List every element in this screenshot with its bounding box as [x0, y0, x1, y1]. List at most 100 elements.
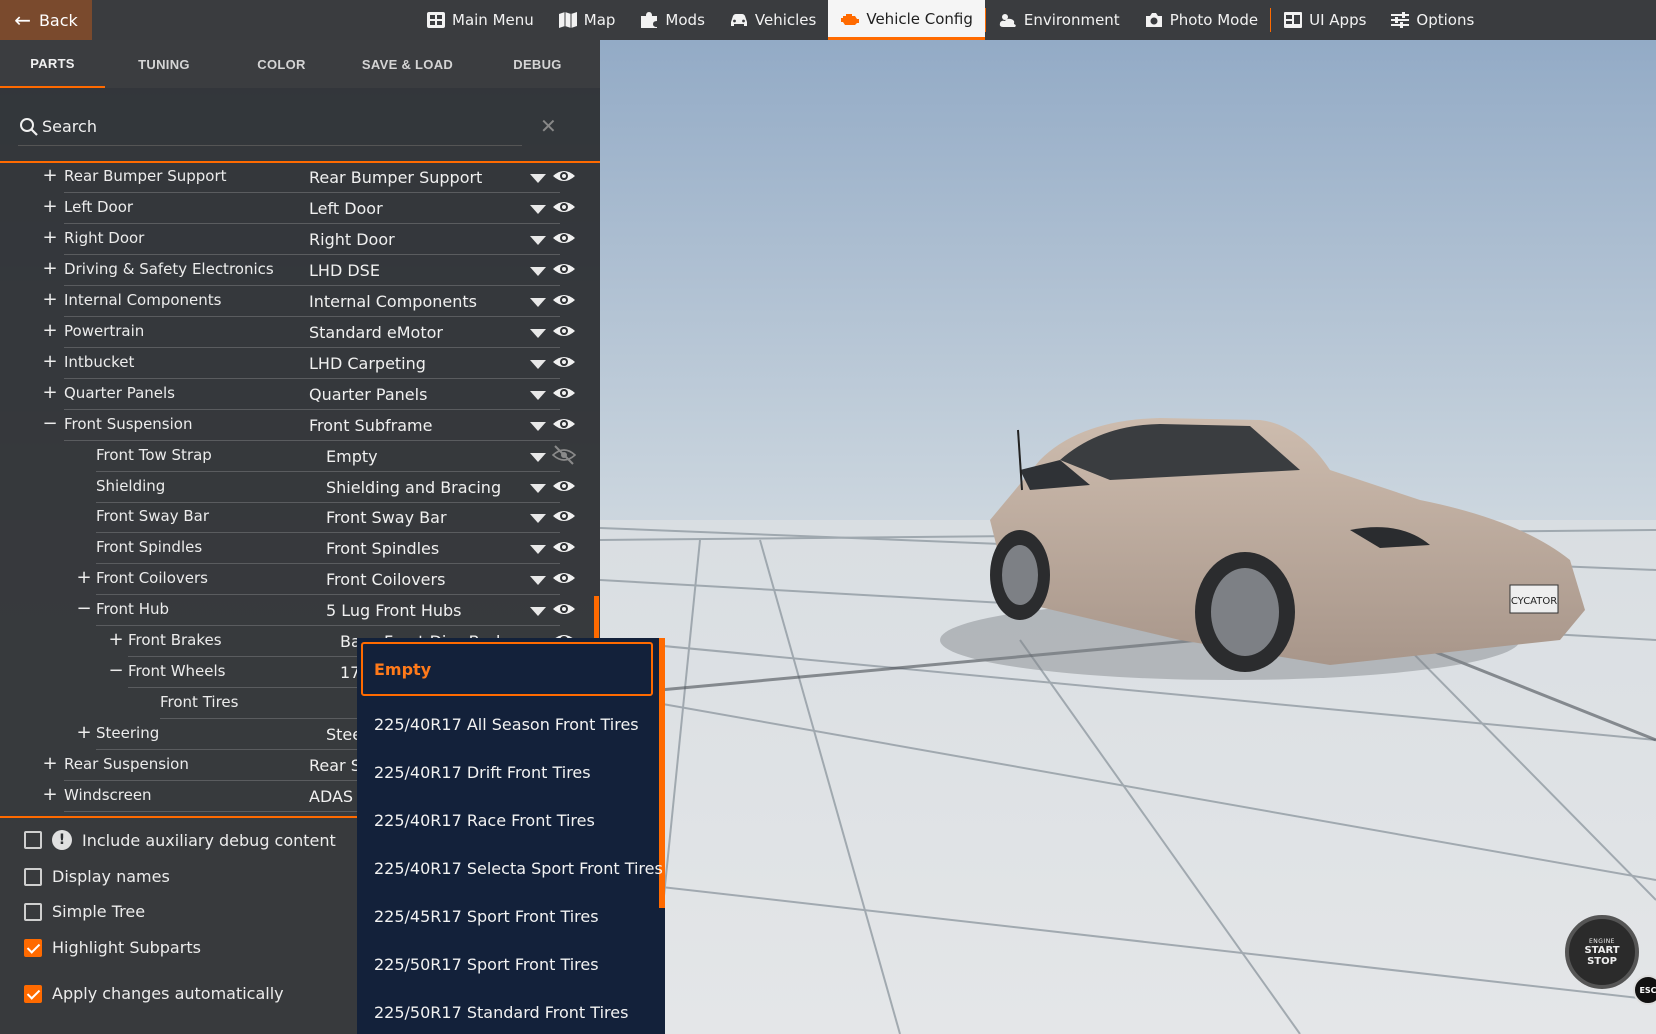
expand-icon[interactable]: + [42, 784, 58, 805]
eye-off-icon[interactable] [551, 444, 577, 465]
chevron-down-icon[interactable] [530, 235, 546, 245]
chevron-down-icon[interactable] [530, 607, 546, 617]
eye-icon[interactable] [552, 476, 576, 496]
tab-tuning[interactable]: TUNING [105, 40, 223, 88]
tab-parts[interactable]: PARTS [0, 40, 105, 88]
esc-button[interactable]: ESC [1633, 975, 1656, 1005]
eye-icon[interactable] [552, 506, 576, 526]
tab-debug[interactable]: DEBUG [475, 40, 600, 88]
dropdown-option-225-40r17-selecta-sport-front-tires[interactable]: 225/40R17 Selecta Sport Front Tires [357, 844, 663, 892]
eye-icon[interactable] [552, 568, 576, 588]
chevron-down-icon[interactable] [530, 576, 546, 586]
dropdown-option-225-50r17-standard-front-tires[interactable]: 225/50R17 Standard Front Tires [357, 988, 659, 1034]
menu-item-options[interactable]: Options [1378, 0, 1486, 40]
tab-save-load[interactable]: SAVE & LOAD [340, 40, 475, 88]
chevron-down-icon[interactable] [530, 514, 546, 524]
dropdown-option-225-40r17-race-front-tires[interactable]: 225/40R17 Race Front Tires [357, 796, 659, 844]
checkbox[interactable] [24, 831, 42, 849]
option-simple-tree[interactable]: Simple Tree [24, 902, 145, 921]
part-select[interactable]: Rear Bumper Support [309, 168, 520, 187]
menu-item-photo-mode[interactable]: Photo Mode [1132, 0, 1270, 40]
part-select[interactable]: ADAS V [309, 787, 357, 806]
expand-icon[interactable]: + [42, 165, 58, 186]
expand-icon[interactable]: + [42, 196, 58, 217]
menu-item-environment[interactable]: Environment [986, 0, 1132, 40]
expand-icon[interactable]: + [76, 567, 92, 588]
expand-icon[interactable]: + [42, 289, 58, 310]
part-select[interactable]: Quarter Panels [309, 385, 520, 404]
part-select[interactable]: LHD Carpeting [309, 354, 520, 373]
eye-icon[interactable] [552, 321, 576, 341]
menu-item-vehicles[interactable]: Vehicles [717, 0, 828, 40]
chevron-down-icon[interactable] [530, 328, 546, 338]
part-select[interactable]: Standard eMotor [309, 323, 520, 342]
eye-icon[interactable] [552, 414, 576, 434]
chevron-down-icon[interactable] [530, 174, 546, 183]
collapse-icon[interactable]: − [108, 660, 124, 681]
search-input[interactable] [42, 117, 482, 136]
part-select[interactable]: 5 Lug Front Hubs [326, 601, 520, 620]
part-select[interactable]: Internal Components [309, 292, 520, 311]
engine-start-stop-button[interactable]: ENGINE START STOP [1565, 915, 1639, 989]
dropdown-option-225-50r17-sport-front-tires[interactable]: 225/50R17 Sport Front Tires [357, 940, 659, 988]
eye-icon[interactable] [552, 599, 576, 619]
close-icon[interactable]: ✕ [540, 114, 557, 138]
chevron-down-icon[interactable] [530, 421, 546, 431]
menu-item-ui-apps[interactable]: UI Apps [1271, 0, 1378, 40]
eye-icon[interactable] [552, 537, 576, 557]
eye-icon[interactable] [552, 166, 576, 186]
dropdown-option-225-40r17-all-season-front-tires[interactable]: 225/40R17 All Season Front Tires [357, 700, 659, 748]
checkbox[interactable] [24, 867, 42, 886]
part-select[interactable]: Front Spindles [326, 539, 520, 558]
part-select[interactable]: Stee [326, 725, 357, 744]
tab-color[interactable]: COLOR [223, 40, 340, 88]
expand-icon[interactable]: + [42, 227, 58, 248]
expand-icon[interactable]: + [42, 382, 58, 403]
collapse-icon[interactable]: − [76, 598, 92, 619]
part-select[interactable]: Empty [326, 447, 520, 466]
eye-icon[interactable] [552, 383, 576, 403]
eye-icon[interactable] [552, 290, 576, 310]
chevron-down-icon[interactable] [530, 204, 546, 214]
chevron-down-icon[interactable] [530, 483, 546, 493]
option-highlight-subparts[interactable]: Highlight Subparts [24, 938, 201, 957]
part-select[interactable]: Right Door [309, 230, 520, 249]
chevron-down-icon[interactable] [530, 266, 546, 276]
menu-item-main-menu[interactable]: Main Menu [414, 0, 546, 40]
expand-icon[interactable]: + [42, 320, 58, 341]
expand-icon[interactable]: + [108, 629, 124, 650]
option-display-names[interactable]: Display names [24, 867, 170, 886]
checkbox[interactable] [24, 902, 42, 921]
eye-icon[interactable] [552, 352, 576, 372]
part-select[interactable]: Rear S [309, 756, 357, 775]
expand-icon[interactable]: + [42, 753, 58, 774]
expand-icon[interactable]: + [42, 351, 58, 372]
eye-icon[interactable] [552, 228, 576, 248]
dropdown-option-225-45r17-sport-front-tires[interactable]: 225/45R17 Sport Front Tires [357, 892, 659, 940]
chevron-down-icon[interactable] [530, 452, 546, 462]
checkbox[interactable] [24, 938, 42, 957]
part-select[interactable]: Shielding and Bracing [326, 478, 520, 497]
menu-item-vehicle-config[interactable]: Vehicle Config [828, 0, 985, 40]
eye-icon[interactable] [552, 259, 576, 279]
part-select[interactable]: Front Coilovers [326, 570, 520, 589]
chevron-down-icon[interactable] [530, 545, 546, 555]
expand-icon[interactable]: + [76, 722, 92, 743]
part-select[interactable]: LHD DSE [309, 261, 520, 280]
option-apply-changes-automatically[interactable]: Apply changes automatically [24, 984, 284, 1003]
part-select[interactable]: 17 [340, 663, 357, 682]
back-button[interactable]: ← Back [0, 0, 92, 40]
eye-icon[interactable] [552, 197, 576, 217]
chevron-down-icon[interactable] [530, 390, 546, 400]
expand-icon[interactable]: + [42, 258, 58, 279]
part-select[interactable]: Front Subframe [309, 416, 520, 435]
menu-item-mods[interactable]: Mods [627, 0, 716, 40]
dropdown-option-225-40r17-drift-front-tires[interactable]: 225/40R17 Drift Front Tires [357, 748, 659, 796]
menu-item-map[interactable]: Map [546, 0, 628, 40]
chevron-down-icon[interactable] [530, 359, 546, 369]
dropdown-option-empty[interactable]: Empty [361, 642, 653, 696]
checkbox[interactable] [24, 984, 42, 1003]
option-include-auxiliary-debug-content[interactable]: ! Include auxiliary debug content [24, 830, 336, 850]
chevron-down-icon[interactable] [530, 297, 546, 307]
part-select[interactable]: Left Door [309, 199, 520, 218]
